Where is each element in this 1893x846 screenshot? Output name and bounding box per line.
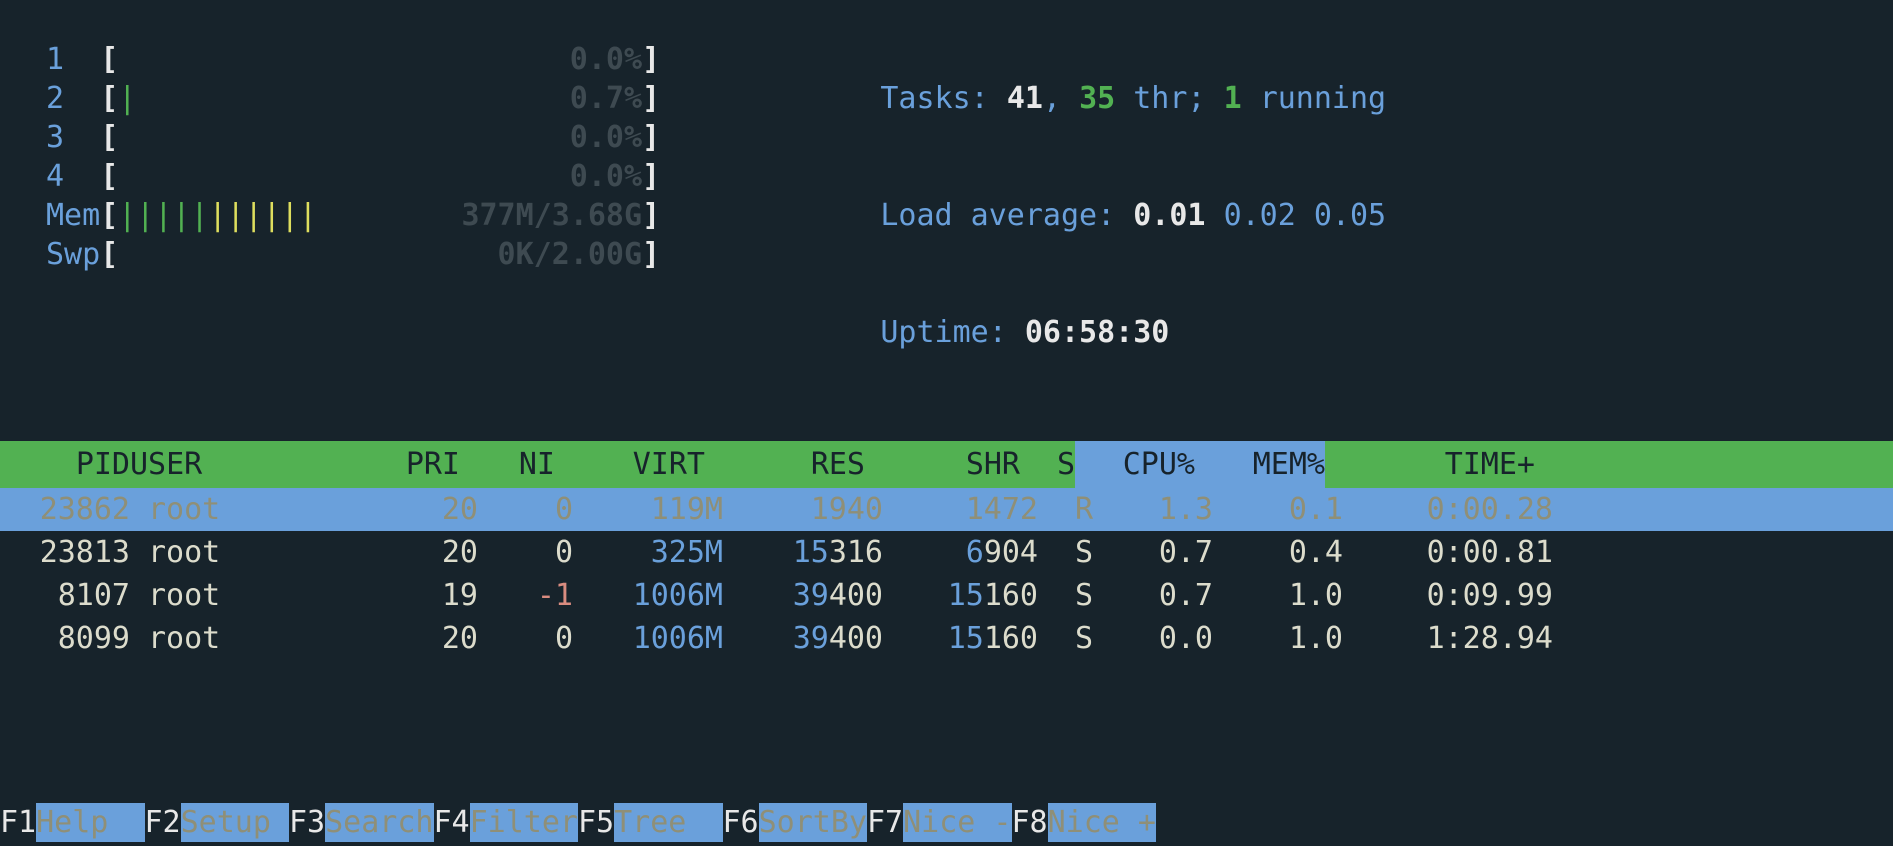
fnkey-f2[interactable]: F2: [145, 805, 181, 840]
uptime-line: Uptime: 06:58:30: [772, 274, 1386, 391]
header-area: 1 [ 0.0%]2 [| 0.7%]3 [ 0.0%]4 [ 0.0%]Mem…: [0, 0, 1893, 391]
fnkey-f3[interactable]: F3: [289, 805, 325, 840]
fnlabel-f2[interactable]: Setup: [181, 803, 289, 842]
col-header-ni[interactable]: NI: [460, 441, 555, 488]
fnlabel-f3[interactable]: Search: [325, 803, 433, 842]
meter-2: 2 [| 0.7%]: [46, 79, 726, 118]
meters-panel: 1 [ 0.0%]2 [| 0.7%]3 [ 0.0%]4 [ 0.0%]Mem…: [46, 40, 726, 391]
table-header[interactable]: PIDUSERPRINIVIRTRESSHRSCPU%MEM%TIME+: [0, 441, 1893, 488]
fnkey-f8[interactable]: F8: [1012, 805, 1048, 840]
col-header-user[interactable]: USER: [130, 441, 340, 488]
col-header-shr[interactable]: SHR: [865, 441, 1020, 488]
fnlabel-f5[interactable]: Tree: [614, 803, 722, 842]
fnkey-f4[interactable]: F4: [434, 805, 470, 840]
process-row[interactable]: 23862root200119M19401472R1.30.10:00.28: [0, 488, 1893, 531]
meter-3: 3 [ 0.0%]: [46, 118, 726, 157]
fnlabel-f6[interactable]: SortBy: [759, 803, 867, 842]
col-header-res[interactable]: RES: [705, 441, 865, 488]
process-row[interactable]: 8107root19-11006M3940015160S0.71.00:09.9…: [0, 574, 1893, 617]
col-header-s[interactable]: S: [1020, 441, 1075, 488]
system-info-panel: Tasks: 41, 35 thr; 1 running Load averag…: [726, 40, 1386, 391]
process-table: PIDUSERPRINIVIRTRESSHRSCPU%MEM%TIME+ 238…: [0, 441, 1893, 660]
col-header-pid[interactable]: PID: [0, 441, 130, 488]
col-header-virt[interactable]: VIRT: [555, 441, 705, 488]
meter-mem: Mem[||||||||||| 377M/3.68G]: [46, 196, 726, 235]
fnlabel-f1[interactable]: Help: [36, 803, 144, 842]
fnlabel-f7[interactable]: Nice -: [903, 803, 1011, 842]
col-header-time+[interactable]: TIME+: [1325, 441, 1535, 488]
process-row[interactable]: 8099root2001006M3940015160S0.01.01:28.94: [0, 617, 1893, 660]
tasks-line: Tasks: 41, 35 thr; 1 running: [772, 40, 1386, 157]
fnkey-f6[interactable]: F6: [723, 805, 759, 840]
meter-4: 4 [ 0.0%]: [46, 157, 726, 196]
fnkey-f7[interactable]: F7: [867, 805, 903, 840]
function-key-bar: F1Help F2Setup F3SearchF4FilterF5Tree F6…: [0, 803, 1156, 842]
loadavg-line: Load average: 0.01 0.02 0.05: [772, 157, 1386, 274]
meter-swp: Swp[ 0K/2.00G]: [46, 235, 726, 274]
col-header-pri[interactable]: PRI: [340, 441, 460, 488]
col-header-mempct[interactable]: MEM%: [1195, 441, 1325, 488]
fnlabel-f8[interactable]: Nice +: [1048, 803, 1156, 842]
fnkey-f1[interactable]: F1: [0, 805, 36, 840]
meter-1: 1 [ 0.0%]: [46, 40, 726, 79]
fnlabel-f4[interactable]: Filter: [470, 803, 578, 842]
process-row[interactable]: 23813root200325M153166904S0.70.40:00.81: [0, 531, 1893, 574]
col-header-cpupct[interactable]: CPU%: [1075, 441, 1195, 488]
fnkey-f5[interactable]: F5: [578, 805, 614, 840]
